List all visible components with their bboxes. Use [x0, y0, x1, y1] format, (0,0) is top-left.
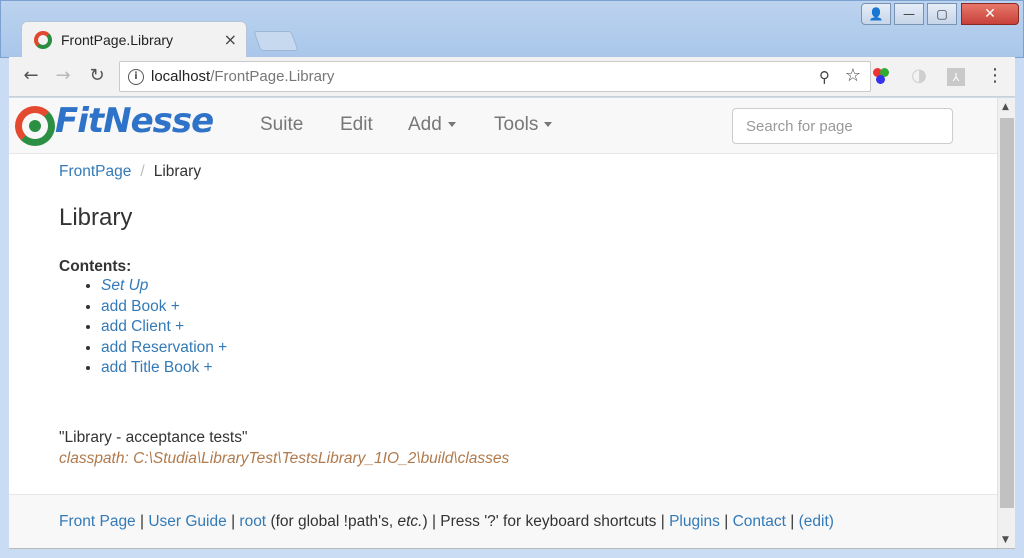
- caret-down-icon: [544, 122, 553, 128]
- footer-root-note-before: (for global !path's,: [270, 513, 398, 530]
- breadcrumb-frontpage-link[interactable]: FrontPage: [59, 163, 131, 180]
- page-footer: Front Page | User Guide | root (for glob…: [9, 494, 997, 548]
- contents-link-add-reservation[interactable]: add Reservation +: [101, 339, 227, 356]
- footer-separator: |: [790, 513, 795, 530]
- footer-user-guide-link[interactable]: User Guide: [148, 513, 226, 530]
- window-close-button[interactable]: ✕: [961, 3, 1019, 25]
- color-extension-icon[interactable]: [871, 66, 891, 86]
- footer-root-note-after: ): [422, 513, 428, 530]
- window-user-button[interactable]: 👤: [861, 3, 891, 25]
- zoom-icon[interactable]: ⚲: [819, 68, 830, 86]
- list-item: add Book +: [101, 297, 227, 318]
- extension-circle-icon[interactable]: ◑: [909, 66, 929, 86]
- breadcrumb-separator: /: [140, 163, 145, 180]
- nav-tools-dropdown[interactable]: Tools: [494, 114, 553, 136]
- breadcrumb-current: Library: [153, 163, 202, 180]
- contents-list: Set Up add Book + add Client + add Reser…: [101, 276, 227, 379]
- footer-edit-link[interactable]: (edit): [799, 513, 834, 530]
- reload-icon[interactable]: ↻: [85, 65, 109, 89]
- scroll-up-arrow-icon[interactable]: ▲: [1002, 102, 1009, 112]
- bookmark-star-icon[interactable]: ☆: [845, 65, 861, 86]
- contents-link-add-book[interactable]: add Book +: [101, 298, 180, 315]
- url-host: localhost: [151, 68, 211, 85]
- browser-tab[interactable]: FrontPage.Library ×: [21, 21, 247, 59]
- contents-label: Contents:: [59, 258, 132, 275]
- window-titlebar: FrontPage.Library × 👤 — ▢ ✕: [0, 0, 1024, 59]
- new-tab-button[interactable]: [253, 31, 299, 51]
- tab-close-icon[interactable]: ×: [224, 30, 237, 49]
- footer-separator: |: [660, 513, 665, 530]
- footer-separator: |: [724, 513, 729, 530]
- footer-separator: |: [140, 513, 145, 530]
- footer-links: Front Page | User Guide | root (for glob…: [59, 513, 834, 531]
- footer-root-note-etc: etc.: [397, 513, 423, 530]
- page-title: Library: [59, 204, 133, 231]
- list-item: add Client +: [101, 317, 227, 338]
- pdf-extension-icon[interactable]: ⅄: [947, 68, 965, 86]
- nav-suite[interactable]: Suite: [260, 114, 303, 136]
- back-arrow-icon[interactable]: ←: [19, 65, 43, 89]
- url-text[interactable]: localhost/FrontPage.Library: [151, 68, 334, 85]
- nav-tools-label: Tools: [494, 114, 539, 135]
- breadcrumb: FrontPage / Library: [59, 163, 201, 181]
- window-maximize-button[interactable]: ▢: [927, 3, 957, 25]
- nav-edit[interactable]: Edit: [340, 114, 373, 136]
- window-minimize-button[interactable]: —: [894, 3, 924, 25]
- page-viewport: FitNesse Suite Edit Add Tools FrontPage /…: [9, 98, 1015, 549]
- url-path: /FrontPage.Library: [210, 68, 335, 85]
- scroll-down-arrow-icon[interactable]: ▼: [1002, 535, 1009, 545]
- logo-text: FitNesse: [55, 101, 214, 141]
- page-description: "Library - acceptance tests": [59, 429, 248, 446]
- vertical-scrollbar[interactable]: ▲ ▼: [997, 98, 1015, 548]
- footer-root-note: (for global !path's, etc.): [270, 513, 427, 530]
- fitnesse-logo[interactable]: FitNesse: [15, 101, 230, 148]
- footer-plugins-link[interactable]: Plugins: [669, 513, 720, 530]
- list-item: add Reservation +: [101, 338, 227, 359]
- caret-down-icon: [447, 122, 456, 128]
- list-item: Set Up: [101, 276, 227, 297]
- footer-front-page-link[interactable]: Front Page: [59, 513, 136, 530]
- contents-link-add-title-book[interactable]: add Title Book +: [101, 359, 213, 376]
- search-input[interactable]: [732, 108, 953, 144]
- nav-add-dropdown[interactable]: Add: [408, 114, 456, 136]
- footer-shortcut-note: Press '?' for keyboard shortcuts: [440, 513, 657, 530]
- address-bar[interactable]: i localhost/FrontPage.Library ⚲ ☆: [119, 61, 871, 92]
- info-icon[interactable]: i: [128, 69, 144, 85]
- contents-link-set-up[interactable]: Set Up: [101, 277, 148, 294]
- footer-root-link[interactable]: root: [239, 513, 266, 530]
- scrollbar-thumb[interactable]: [1000, 118, 1014, 508]
- browser-menu-icon[interactable]: ⋮: [985, 66, 1005, 86]
- browser-toolbar: ← → ↻ i localhost/FrontPage.Library ⚲ ☆ …: [9, 57, 1015, 97]
- tab-title: FrontPage.Library: [61, 32, 174, 48]
- contents-link-add-client[interactable]: add Client +: [101, 318, 184, 335]
- list-item: add Title Book +: [101, 358, 227, 379]
- forward-arrow-icon[interactable]: →: [51, 65, 75, 89]
- fitnesse-logo-icon: [15, 106, 55, 146]
- footer-separator: |: [431, 513, 436, 530]
- footer-separator: |: [231, 513, 236, 530]
- nav-add-label: Add: [408, 114, 442, 135]
- fitnesse-favicon-icon: [34, 31, 52, 49]
- fitnesse-navbar: FitNesse Suite Edit Add Tools: [9, 98, 997, 154]
- classpath-text: classpath: C:\Studia\LibraryTest\TestsLi…: [59, 450, 510, 467]
- footer-contact-link[interactable]: Contact: [733, 513, 786, 530]
